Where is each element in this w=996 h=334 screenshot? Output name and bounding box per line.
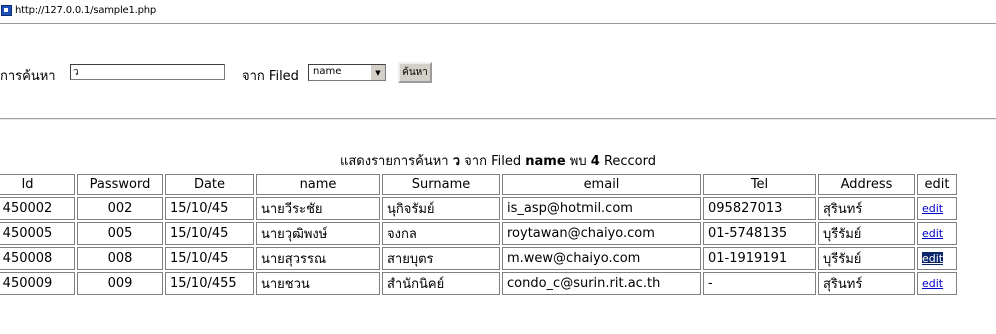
cell-date: 15/10/45 [165,247,254,270]
cell-name: นายวุฒิพงษ์ [256,222,380,245]
cell-edit: edit [917,247,957,270]
field-select-value: name [313,66,342,77]
cell-surname: นุกิจรัมย์ [382,197,500,220]
cell-tel: - [703,272,816,295]
header-cell: Surname [382,174,500,195]
cell-password: 009 [77,272,163,295]
cell-password: 002 [77,197,163,220]
table-row: 450008 008 15/10/45 นายสุวรรณ สายบุตร m.… [0,247,957,270]
cell-address: บุรีรัมย์ [818,222,915,245]
search-label: การค้นหา [0,69,56,84]
cell-surname: จงกล [382,222,500,245]
edit-link[interactable]: edit [922,227,943,240]
header-cell: edit [917,174,957,195]
cell-password: 008 [77,247,163,270]
table-header-row: Id Password Date name Surname email Tel … [0,174,957,195]
summary-term: ว [452,154,461,169]
cell-tel: 01-1919191 [703,247,816,270]
cell-edit: edit [917,272,957,295]
search-input[interactable] [70,64,225,80]
cell-address: บุรีรัมย์ [818,247,915,270]
field-label: จาก Filed [242,69,299,84]
edit-link[interactable]: edit [922,277,943,290]
header-cell: Tel [703,174,816,195]
cell-edit: edit [917,197,957,220]
results-table: Id Password Date name Surname email Tel … [0,172,959,297]
table-row: 450005 005 15/10/45 นายวุฒิพงษ์ จงกล roy… [0,222,957,245]
cell-address: สุรินทร์ [818,197,915,220]
cell-email: is_asp@hotmil.com [502,197,701,220]
cell-name: นายชวน [256,272,380,295]
cell-date: 15/10/45 [165,222,254,245]
field-select[interactable]: name ▼ [308,64,386,81]
cell-surname: สายบุตร [382,247,500,270]
cell-name: นายวีระชัย [256,197,380,220]
cell-password: 005 [77,222,163,245]
cell-id: 450002 [0,197,75,220]
summary-field: name [525,154,566,169]
dropdown-arrow-icon[interactable]: ▼ [370,65,385,80]
cell-id: 450005 [0,222,75,245]
page-icon [1,5,12,16]
cell-address: สุรินทร์ [818,272,915,295]
summary-middle: จาก Filed [464,154,522,169]
header-cell: Address [818,174,915,195]
summary-found-label: พบ [569,154,587,169]
cell-tel: 01-5748135 [703,222,816,245]
url-text[interactable]: http://127.0.0.1/sample1.php [15,5,156,16]
table-row: 450002 002 15/10/45 นายวีระชัย นุกิจรัมย… [0,197,957,220]
summary-prefix: แสดงรายการค้นหา [339,154,449,169]
cell-tel: 095827013 [703,197,816,220]
header-cell: Id [0,174,75,195]
search-button[interactable]: ค้นหา [398,62,432,83]
edit-link-selected[interactable]: edit [922,252,944,265]
search-form: การค้นหา จาก Filed name ▼ ค้นหา [0,62,996,86]
address-bar[interactable]: http://127.0.0.1/sample1.php [0,0,996,24]
results-summary: แสดงรายการค้นหา ว จาก Filed name พบ 4 Re… [0,150,996,171]
cell-id: 450009 [0,272,75,295]
header-cell: name [256,174,380,195]
cell-email: roytawan@chaiyo.com [502,222,701,245]
summary-suffix: Reccord [603,154,657,169]
header-cell: Password [77,174,163,195]
cell-date: 15/10/455 [165,272,254,295]
header-cell: Date [165,174,254,195]
cell-surname: สำนักนิคย์ [382,272,500,295]
cell-edit: edit [917,222,957,245]
header-cell: email [502,174,701,195]
cell-date: 15/10/45 [165,197,254,220]
cell-name: นายสุวรรณ [256,247,380,270]
horizontal-rule [0,118,996,120]
cell-id: 450008 [0,247,75,270]
cell-email: m.wew@chaiyo.com [502,247,701,270]
edit-link[interactable]: edit [922,202,943,215]
table-row: 450009 009 15/10/455 นายชวน สำนักนิคย์ c… [0,272,957,295]
cell-email: condo_c@surin.rit.ac.th [502,272,701,295]
summary-count: 4 [590,154,600,169]
